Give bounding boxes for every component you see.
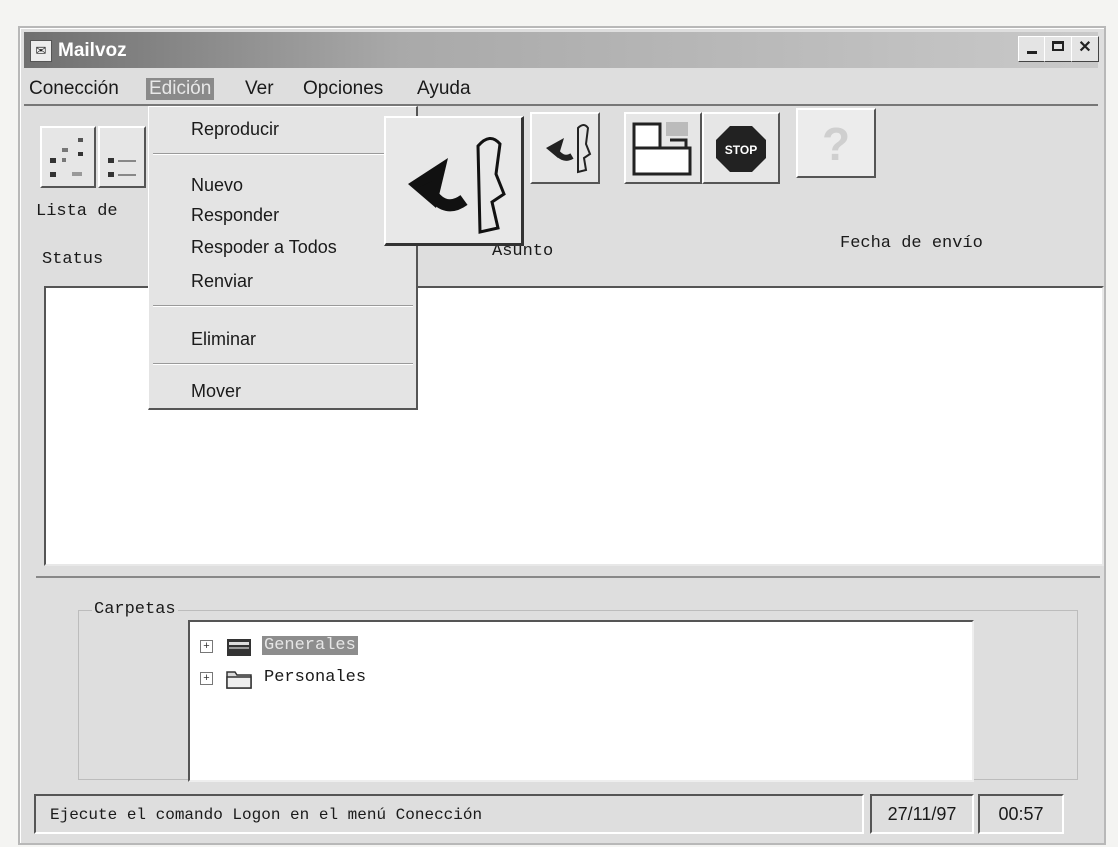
menu-item-renviar[interactable]: Renviar: [191, 271, 253, 292]
details-view-icon: [108, 158, 136, 177]
menu-ver[interactable]: Ver: [242, 78, 277, 100]
toolbar-stop-button[interactable]: STOP: [702, 112, 780, 184]
window-title: Mailvoz: [58, 40, 127, 61]
expand-icon[interactable]: +: [200, 672, 213, 685]
toolbar-reply-button[interactable]: [530, 112, 600, 184]
status-message: Ejecute el comando Logon en el menú Cone…: [50, 806, 483, 824]
status-bar: Ejecute el comando Logon en el menú Cone…: [34, 794, 864, 834]
folders-label: Carpetas: [92, 600, 178, 619]
folder-tree[interactable]: + Generales + Personales: [188, 620, 974, 782]
menu-bar: Conección Edición Ver Opciones Ayuda: [24, 74, 1098, 106]
menu-item-responder-todos[interactable]: Respoder a Todos: [191, 237, 337, 258]
menu-opciones[interactable]: Opciones: [300, 78, 386, 100]
list-view-icon: [50, 138, 83, 177]
maximize-button[interactable]: [1044, 36, 1072, 62]
close-button[interactable]: ✕: [1071, 36, 1099, 62]
help-icon: ?: [822, 118, 850, 170]
stop-icon: STOP: [716, 126, 766, 172]
maximize-icon: [1052, 41, 1064, 51]
folder-icon: [227, 639, 251, 656]
divider: [36, 576, 1100, 578]
menu-item-reproducir[interactable]: Reproducir: [191, 119, 279, 140]
toolbar-list-view-button[interactable]: [40, 126, 96, 188]
stop-label: STOP: [725, 143, 757, 157]
menu-item-mover[interactable]: Mover: [191, 381, 241, 402]
folder-move-icon: [632, 122, 692, 176]
app-icon[interactable]: ✉: [30, 40, 52, 62]
menu-item-responder[interactable]: Responder: [191, 205, 279, 226]
tree-label-generales[interactable]: Generales: [262, 636, 358, 655]
folder-icon: [226, 671, 252, 689]
column-fecha-envio[interactable]: Fecha de envío: [840, 234, 983, 253]
menu-separator: [153, 153, 413, 155]
status-time: 00:57: [978, 794, 1064, 834]
app-window: ✉ Mailvoz ✕ Conección Edición Ver Opcion…: [18, 26, 1106, 845]
menu-edicion[interactable]: Edición: [146, 78, 215, 100]
menu-item-eliminar[interactable]: Eliminar: [191, 329, 256, 350]
column-status[interactable]: Status: [42, 250, 103, 269]
menu-ayuda[interactable]: Ayuda: [414, 78, 474, 100]
edit-menu-dropdown: Reproducir Nuevo Responder Respoder a To…: [148, 106, 418, 410]
minimize-button[interactable]: [1018, 36, 1046, 62]
menu-item-nuevo[interactable]: Nuevo: [191, 175, 243, 196]
reply-voice-icon: [408, 137, 506, 234]
menu-separator: [153, 363, 413, 365]
expand-icon[interactable]: +: [200, 640, 213, 653]
menu-separator: [153, 305, 413, 307]
list-label: Lista de: [36, 202, 118, 221]
title-bar[interactable]: ✉ Mailvoz ✕: [24, 32, 1099, 68]
menu-coneccion[interactable]: Conección: [26, 78, 122, 100]
toolbar-folder-move-button[interactable]: [624, 112, 702, 184]
minimize-icon: [1027, 51, 1037, 54]
reply-voice-large-button[interactable]: [384, 116, 524, 246]
status-date: 27/11/97: [870, 794, 974, 834]
reply-voice-icon: [546, 124, 592, 174]
help-label: ?: [822, 118, 850, 170]
tree-label-personales[interactable]: Personales: [262, 668, 368, 687]
toolbar-help-button[interactable]: ?: [796, 108, 876, 178]
close-icon: ✕: [1078, 39, 1092, 56]
toolbar-details-view-button[interactable]: [98, 126, 146, 188]
